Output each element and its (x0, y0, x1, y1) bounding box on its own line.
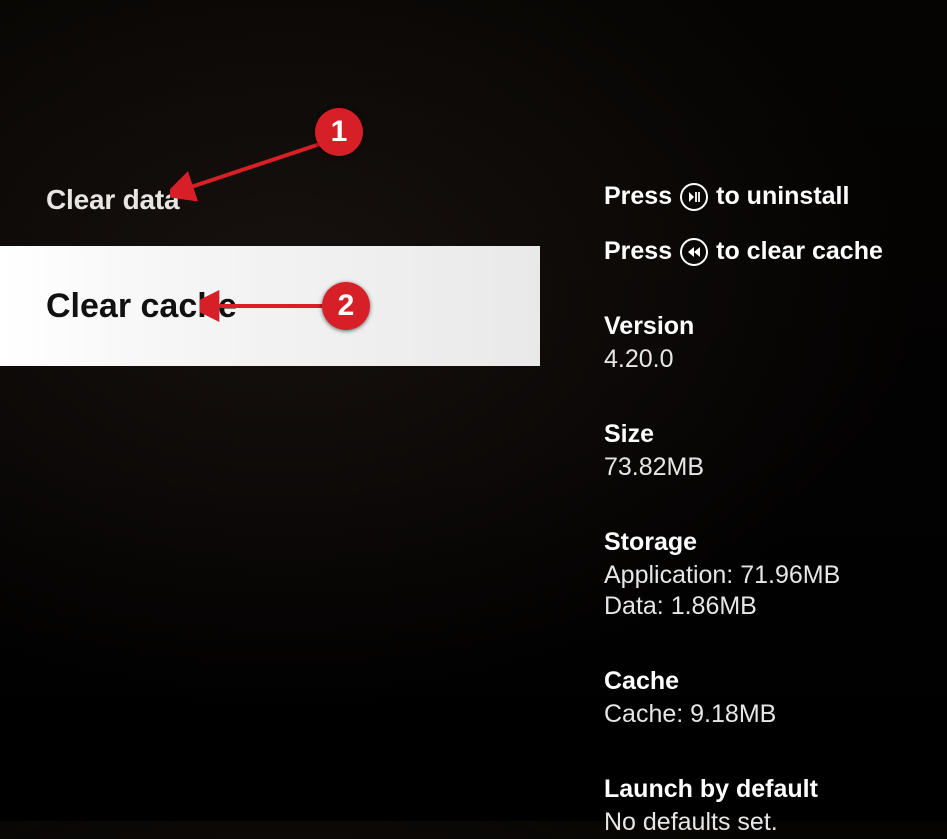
version-value: 4.20.0 (604, 345, 944, 374)
version-label: Version (604, 312, 944, 341)
hint-uninstall-prefix: Press (604, 182, 672, 211)
play-pause-button-icon (680, 183, 708, 211)
hint-clear-cache-prefix: Press (604, 237, 672, 266)
info-launch-default: Launch by default No defaults set. (604, 775, 944, 837)
cache-label: Cache (604, 667, 944, 696)
info-storage: Storage Application: 71.96MB Data: 1.86M… (604, 528, 944, 621)
launch-value: No defaults set. (604, 808, 944, 837)
menu-item-clear-data[interactable]: Clear data (0, 175, 225, 225)
info-size: Size 73.82MB (604, 420, 944, 482)
storage-application: Application: 71.96MB (604, 561, 944, 590)
app-info-panel: Press to uninstall Press to clear cache … (604, 182, 944, 839)
launch-label: Launch by default (604, 775, 944, 804)
annotation-badge-1: 1 (315, 108, 363, 156)
cache-value: Cache: 9.18MB (604, 700, 944, 729)
storage-data: Data: 1.86MB (604, 592, 944, 621)
info-cache: Cache Cache: 9.18MB (604, 667, 944, 729)
storage-label: Storage (604, 528, 944, 557)
size-value: 73.82MB (604, 453, 944, 482)
hint-uninstall: Press to uninstall (604, 182, 944, 211)
hint-uninstall-suffix: to uninstall (716, 182, 849, 211)
hint-clear-cache-suffix: to clear cache (716, 237, 883, 266)
size-label: Size (604, 420, 944, 449)
hint-clear-cache: Press to clear cache (604, 237, 944, 266)
info-version: Version 4.20.0 (604, 312, 944, 374)
menu-item-clear-cache[interactable]: Clear cache (0, 246, 540, 366)
rewind-button-icon (680, 238, 708, 266)
annotation-badge-2: 2 (322, 282, 370, 330)
